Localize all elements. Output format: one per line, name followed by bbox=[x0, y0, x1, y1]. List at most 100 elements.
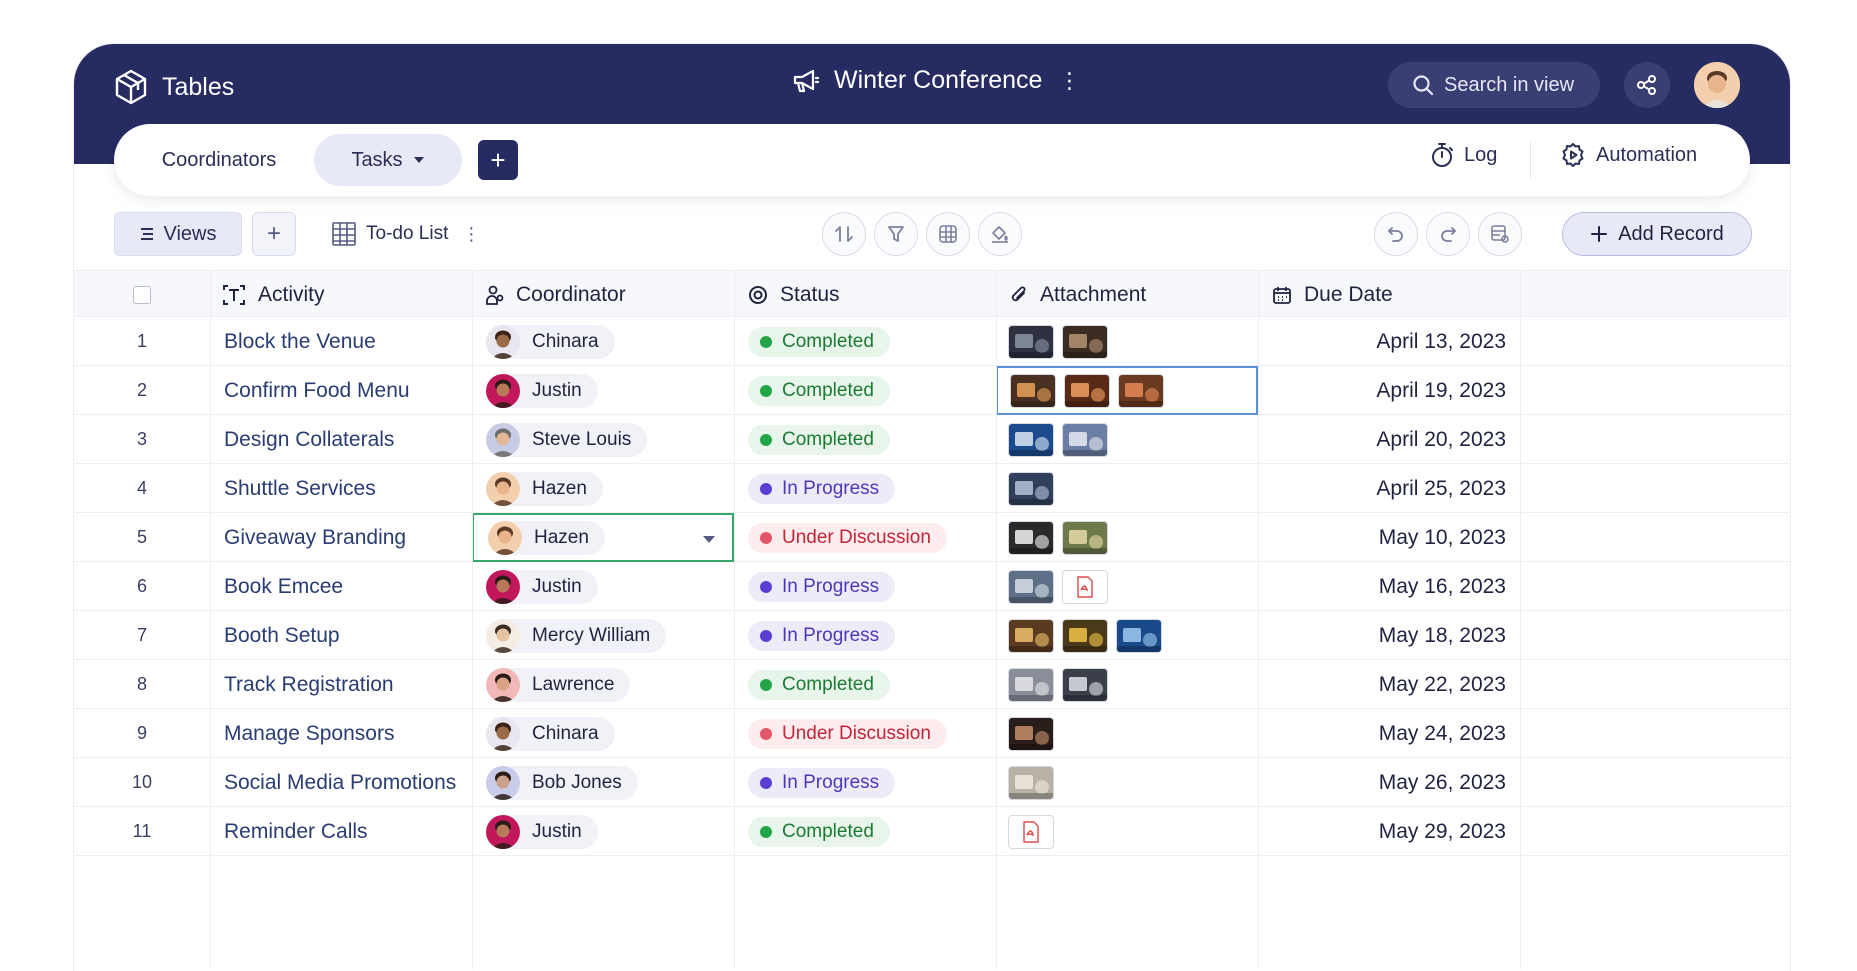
activity-cell[interactable]: Design Collaterals bbox=[210, 415, 472, 464]
attachment-cell[interactable] bbox=[996, 807, 1258, 856]
status-cell[interactable]: In Progress bbox=[734, 562, 996, 611]
activity-cell[interactable]: Track Registration bbox=[210, 660, 472, 709]
attachment-cell[interactable] bbox=[996, 611, 1258, 660]
due-date-cell[interactable]: April 13, 2023 bbox=[1258, 317, 1520, 366]
image-attachment[interactable] bbox=[1008, 422, 1054, 457]
current-view[interactable]: To-do List ⋮ bbox=[332, 222, 480, 246]
view-options-icon[interactable]: ⋮ bbox=[462, 224, 480, 245]
coordinator-chip[interactable]: Chinara bbox=[486, 324, 615, 359]
image-attachment[interactable] bbox=[1008, 716, 1054, 751]
undo-button[interactable] bbox=[1374, 212, 1418, 256]
add-view-button[interactable]: + bbox=[252, 212, 296, 256]
activity-cell[interactable]: Social Media Promotions bbox=[210, 758, 472, 807]
status-cell[interactable]: Completed bbox=[734, 366, 996, 415]
workspace-title[interactable]: Winter Conference ⋮ bbox=[792, 66, 1080, 95]
table-row[interactable]: 2 Confirm Food Menu Justin Completed April 1… bbox=[74, 366, 1790, 415]
column-activity[interactable]: Activity bbox=[222, 271, 325, 318]
image-attachment[interactable] bbox=[1116, 618, 1162, 653]
status-badge[interactable]: In Progress bbox=[748, 473, 896, 504]
coordinator-cell[interactable]: Justin bbox=[472, 562, 734, 611]
image-attachment[interactable] bbox=[1008, 569, 1054, 604]
attachment-cell[interactable] bbox=[996, 562, 1258, 611]
status-cell[interactable]: In Progress bbox=[734, 611, 996, 660]
activity-cell[interactable]: Book Emcee bbox=[210, 562, 472, 611]
coordinator-cell[interactable]: Hazen bbox=[472, 464, 734, 513]
table-row[interactable]: 4 Shuttle Services Hazen In Progress April 2… bbox=[74, 464, 1790, 513]
due-date-cell[interactable]: May 18, 2023 bbox=[1258, 611, 1520, 660]
tab-coordinators[interactable]: Coordinators bbox=[134, 134, 304, 186]
color-fill-button[interactable] bbox=[978, 212, 1022, 256]
image-attachment[interactable] bbox=[1008, 471, 1054, 506]
attachment-cell[interactable] bbox=[996, 317, 1258, 366]
table-settings-button[interactable] bbox=[1478, 212, 1522, 256]
views-button[interactable]: Views bbox=[114, 212, 242, 256]
search-in-view[interactable]: Search in view bbox=[1388, 62, 1600, 108]
image-attachment[interactable] bbox=[1062, 618, 1108, 653]
table-row[interactable]: 9 Manage Sponsors Chinara Under Discussion M… bbox=[74, 709, 1790, 758]
due-date-cell[interactable]: May 16, 2023 bbox=[1258, 562, 1520, 611]
image-attachment[interactable] bbox=[1008, 618, 1054, 653]
automation-button[interactable]: Automation bbox=[1560, 142, 1697, 168]
activity-cell[interactable]: Booth Setup bbox=[210, 611, 472, 660]
status-cell[interactable]: Completed bbox=[734, 660, 996, 709]
activity-cell[interactable]: Reminder Calls bbox=[210, 807, 472, 856]
table-row[interactable]: 7 Booth Setup Mercy William In Progress May … bbox=[74, 611, 1790, 660]
status-cell[interactable]: Completed bbox=[734, 317, 996, 366]
dropdown-arrow-icon[interactable] bbox=[702, 535, 716, 544]
image-attachment[interactable] bbox=[1118, 373, 1164, 408]
attachment-cell[interactable] bbox=[996, 513, 1258, 562]
coordinator-cell[interactable]: Bob Jones bbox=[472, 758, 734, 807]
due-date-cell[interactable]: May 22, 2023 bbox=[1258, 660, 1520, 709]
table-row[interactable]: 1 Block the Venue Chinara Completed April 13… bbox=[74, 317, 1790, 366]
activity-cell[interactable]: Shuttle Services bbox=[210, 464, 472, 513]
image-attachment[interactable] bbox=[1010, 373, 1056, 408]
column-due-date[interactable]: Due Date bbox=[1272, 271, 1393, 318]
sort-button[interactable] bbox=[822, 212, 866, 256]
coordinator-cell[interactable]: Hazen bbox=[472, 513, 734, 562]
attachment-cell[interactable] bbox=[996, 758, 1258, 807]
share-button[interactable] bbox=[1624, 62, 1670, 108]
due-date-cell[interactable]: May 26, 2023 bbox=[1258, 758, 1520, 807]
activity-cell[interactable]: Giveaway Branding bbox=[210, 513, 472, 562]
column-status[interactable]: Status bbox=[748, 271, 840, 318]
image-attachment[interactable] bbox=[1064, 373, 1110, 408]
table-row[interactable]: 8 Track Registration Lawrence Completed May … bbox=[74, 660, 1790, 709]
due-date-cell[interactable]: April 25, 2023 bbox=[1258, 464, 1520, 513]
image-attachment[interactable] bbox=[1062, 422, 1108, 457]
log-button[interactable]: Log bbox=[1430, 142, 1497, 168]
column-coordinator[interactable]: Coordinator bbox=[486, 271, 626, 318]
coordinator-cell[interactable]: Lawrence bbox=[472, 660, 734, 709]
redo-button[interactable] bbox=[1426, 212, 1470, 256]
status-badge[interactable]: In Progress bbox=[748, 767, 896, 798]
pdf-attachment[interactable] bbox=[1008, 814, 1054, 849]
attachment-cell[interactable] bbox=[996, 709, 1258, 758]
table-row[interactable]: 6 Book Emcee Justin In Progress May 16, 2023 bbox=[74, 562, 1790, 611]
coordinator-cell[interactable]: Steve Louis bbox=[472, 415, 734, 464]
status-cell[interactable]: In Progress bbox=[734, 758, 996, 807]
due-date-cell[interactable]: April 19, 2023 bbox=[1258, 366, 1520, 415]
tab-tasks[interactable]: Tasks bbox=[314, 134, 462, 186]
coordinator-chip[interactable]: Justin bbox=[486, 373, 598, 408]
coordinator-cell[interactable]: Mercy William bbox=[472, 611, 734, 660]
pdf-attachment[interactable] bbox=[1062, 569, 1108, 604]
status-cell[interactable]: Completed bbox=[734, 415, 996, 464]
coordinator-chip[interactable]: Justin bbox=[486, 814, 598, 849]
status-cell[interactable]: Under Discussion bbox=[734, 513, 996, 562]
coordinator-chip[interactable]: Mercy William bbox=[486, 618, 667, 653]
status-badge[interactable]: Completed bbox=[748, 669, 890, 700]
coordinator-chip[interactable]: Lawrence bbox=[486, 667, 631, 702]
status-badge[interactable]: In Progress bbox=[748, 620, 896, 651]
image-attachment[interactable] bbox=[1008, 520, 1054, 555]
image-attachment[interactable] bbox=[1062, 324, 1108, 359]
coordinator-chip[interactable]: Steve Louis bbox=[486, 422, 648, 457]
coordinator-chip[interactable]: Chinara bbox=[486, 716, 615, 751]
due-date-cell[interactable]: May 10, 2023 bbox=[1258, 513, 1520, 562]
due-date-cell[interactable]: April 20, 2023 bbox=[1258, 415, 1520, 464]
coordinator-cell[interactable]: Justin bbox=[472, 807, 734, 856]
filter-button[interactable] bbox=[874, 212, 918, 256]
activity-cell[interactable]: Block the Venue bbox=[210, 317, 472, 366]
more-options-icon[interactable]: ⋮ bbox=[1058, 68, 1080, 94]
coordinator-chip[interactable]: Bob Jones bbox=[486, 765, 638, 800]
status-badge[interactable]: Under Discussion bbox=[748, 718, 947, 749]
select-all-checkbox[interactable] bbox=[122, 271, 162, 318]
